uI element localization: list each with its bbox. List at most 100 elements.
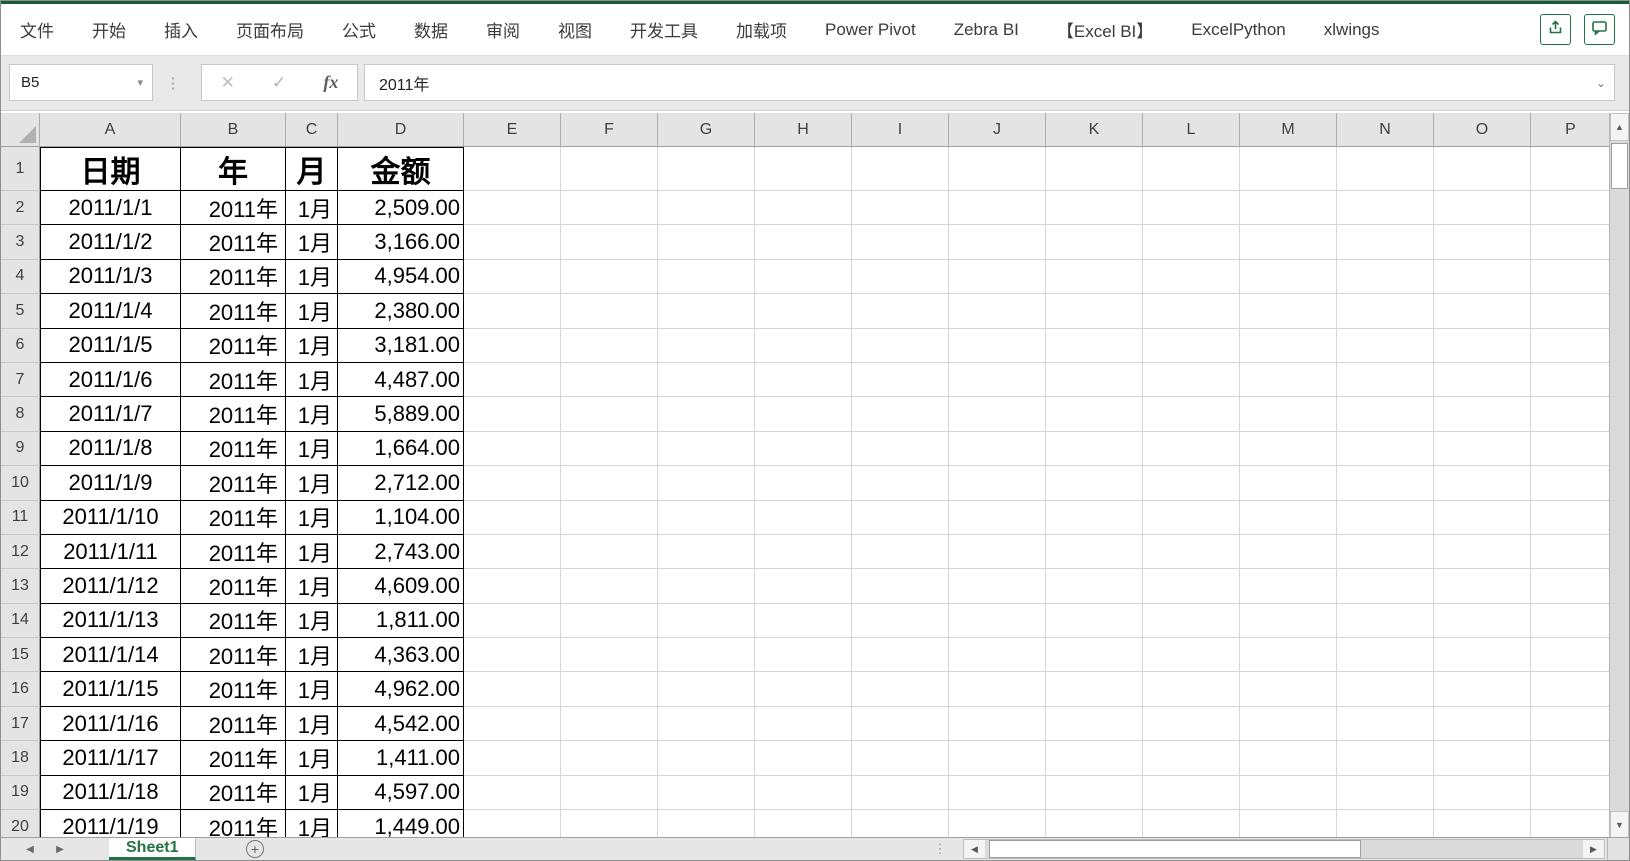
cancel-icon[interactable]: ✕ — [221, 73, 235, 93]
cell-H16[interactable] — [755, 672, 852, 707]
cell-F5[interactable] — [561, 294, 658, 329]
cell-P1[interactable] — [1531, 147, 1611, 191]
cell-L16[interactable] — [1143, 672, 1240, 707]
cell-C7[interactable]: 1月 — [286, 362, 338, 398]
col-header-B[interactable]: B — [181, 113, 286, 147]
cell-B1[interactable]: 年 — [181, 147, 286, 191]
sheet-next-button[interactable]: ▶ — [49, 838, 71, 860]
cell-I14[interactable] — [852, 603, 949, 639]
cell-M17[interactable] — [1240, 706, 1337, 742]
ribbon-tab-power-pivot[interactable]: Power Pivot — [806, 4, 935, 55]
cell-B11[interactable]: 2011年 — [181, 500, 286, 535]
cell-N15[interactable] — [1337, 638, 1434, 673]
cell-C13[interactable]: 1月 — [286, 569, 338, 604]
ribbon-tab-excelpython[interactable]: ExcelPython — [1172, 4, 1305, 55]
cell-G17[interactable] — [658, 706, 755, 742]
col-header-O[interactable]: O — [1434, 113, 1531, 147]
enter-icon[interactable]: ✓ — [272, 73, 286, 93]
col-header-P[interactable]: P — [1531, 113, 1611, 147]
cell-C17[interactable]: 1月 — [286, 706, 338, 742]
cell-J5[interactable] — [949, 294, 1046, 329]
cell-D20[interactable]: 1,449.00 — [338, 810, 464, 839]
row-header-16[interactable]: 16 — [1, 672, 40, 707]
cell-E4[interactable] — [464, 259, 561, 295]
cell-B4[interactable]: 2011年 — [181, 259, 286, 295]
cell-N14[interactable] — [1337, 603, 1434, 639]
cell-I15[interactable] — [852, 638, 949, 673]
cell-G19[interactable] — [658, 775, 755, 811]
cell-D9[interactable]: 1,664.00 — [338, 431, 464, 467]
cell-J4[interactable] — [949, 259, 1046, 295]
cell-J19[interactable] — [949, 775, 1046, 811]
cell-G13[interactable] — [658, 569, 755, 604]
cell-F8[interactable] — [561, 397, 658, 432]
cell-G1[interactable] — [658, 147, 755, 191]
cell-M6[interactable] — [1240, 328, 1337, 363]
cell-H13[interactable] — [755, 569, 852, 604]
cell-E17[interactable] — [464, 706, 561, 742]
cell-A10[interactable]: 2011/1/9 — [40, 466, 181, 501]
cell-C16[interactable]: 1月 — [286, 672, 338, 707]
row-header-1[interactable]: 1 — [1, 147, 40, 191]
cell-B17[interactable]: 2011年 — [181, 706, 286, 742]
cell-F14[interactable] — [561, 603, 658, 639]
cell-I19[interactable] — [852, 775, 949, 811]
cell-K14[interactable] — [1046, 603, 1143, 639]
cell-K4[interactable] — [1046, 259, 1143, 295]
cell-I18[interactable] — [852, 741, 949, 776]
cell-L9[interactable] — [1143, 431, 1240, 467]
cell-G4[interactable] — [658, 259, 755, 295]
cell-C2[interactable]: 1月 — [286, 191, 338, 226]
row-header-14[interactable]: 14 — [1, 603, 40, 639]
cell-O20[interactable] — [1434, 810, 1531, 839]
row-header-17[interactable]: 17 — [1, 706, 40, 742]
cell-C14[interactable]: 1月 — [286, 603, 338, 639]
cell-L1[interactable] — [1143, 147, 1240, 191]
cell-E9[interactable] — [464, 431, 561, 467]
cell-E12[interactable] — [464, 534, 561, 570]
ribbon-tab-data[interactable]: 数据 — [395, 4, 467, 55]
cell-L18[interactable] — [1143, 741, 1240, 776]
cell-B3[interactable]: 2011年 — [181, 225, 286, 260]
cell-J15[interactable] — [949, 638, 1046, 673]
cell-E1[interactable] — [464, 147, 561, 191]
cell-F1[interactable] — [561, 147, 658, 191]
cell-P4[interactable] — [1531, 259, 1611, 295]
col-header-C[interactable]: C — [286, 113, 338, 147]
cell-E6[interactable] — [464, 328, 561, 363]
cell-C5[interactable]: 1月 — [286, 294, 338, 329]
ribbon-tab-file[interactable]: 文件 — [1, 4, 73, 55]
cell-E18[interactable] — [464, 741, 561, 776]
cell-D15[interactable]: 4,363.00 — [338, 638, 464, 673]
cell-H12[interactable] — [755, 534, 852, 570]
cell-I1[interactable] — [852, 147, 949, 191]
cell-F19[interactable] — [561, 775, 658, 811]
cell-H9[interactable] — [755, 431, 852, 467]
cell-M2[interactable] — [1240, 191, 1337, 226]
ribbon-tab-insert[interactable]: 插入 — [145, 4, 217, 55]
cell-J13[interactable] — [949, 569, 1046, 604]
cell-M11[interactable] — [1240, 500, 1337, 535]
cell-O14[interactable] — [1434, 603, 1531, 639]
cell-N20[interactable] — [1337, 810, 1434, 839]
cell-G18[interactable] — [658, 741, 755, 776]
col-header-G[interactable]: G — [658, 113, 755, 147]
cell-L20[interactable] — [1143, 810, 1240, 839]
cell-M10[interactable] — [1240, 466, 1337, 501]
cell-N7[interactable] — [1337, 362, 1434, 398]
cell-D19[interactable]: 4,597.00 — [338, 775, 464, 811]
cell-M20[interactable] — [1240, 810, 1337, 839]
cell-H15[interactable] — [755, 638, 852, 673]
cell-J8[interactable] — [949, 397, 1046, 432]
cell-E11[interactable] — [464, 500, 561, 535]
cell-D14[interactable]: 1,811.00 — [338, 603, 464, 639]
cell-H14[interactable] — [755, 603, 852, 639]
cell-J2[interactable] — [949, 191, 1046, 226]
cell-E20[interactable] — [464, 810, 561, 839]
cell-D3[interactable]: 3,166.00 — [338, 225, 464, 260]
cell-G10[interactable] — [658, 466, 755, 501]
cell-J16[interactable] — [949, 672, 1046, 707]
cell-P18[interactable] — [1531, 741, 1611, 776]
cell-I6[interactable] — [852, 328, 949, 363]
name-box[interactable]: B5 ▾ — [9, 64, 153, 101]
